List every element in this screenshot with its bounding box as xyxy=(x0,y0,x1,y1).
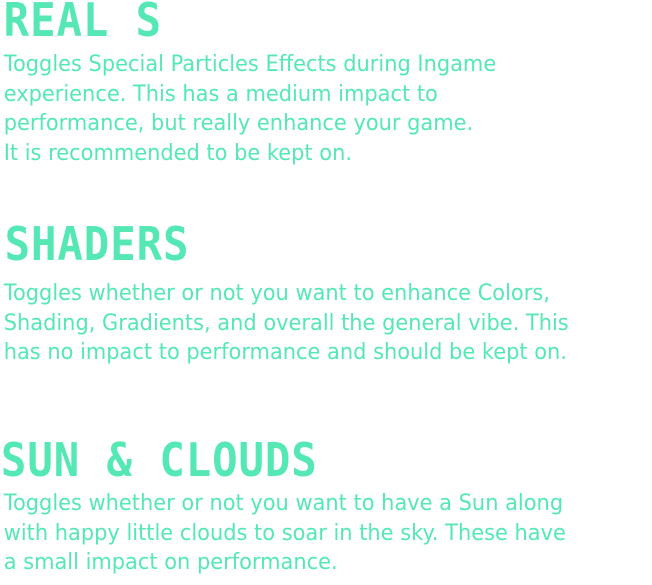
setting-section-sun-clouds: SUN & CLOUDS Toggles whether or not you … xyxy=(0,435,652,578)
setting-section-real-s: REAL S Toggles Special Particles Effects… xyxy=(0,0,652,168)
setting-title-real-s: REAL S xyxy=(3,0,163,47)
setting-description-sun-clouds: Toggles whether or not you want to have … xyxy=(3,490,566,576)
setting-title-shaders: SHADERS xyxy=(4,217,190,271)
setting-description-shaders: Toggles whether or not you want to enhan… xyxy=(3,280,569,366)
setting-description-real-s: Toggles Special Particles Effects during… xyxy=(3,51,497,166)
setting-title-sun-clouds: SUN & CLOUDS xyxy=(0,433,318,487)
setting-section-shaders: SHADERS Toggles whether or not you want … xyxy=(0,219,652,368)
